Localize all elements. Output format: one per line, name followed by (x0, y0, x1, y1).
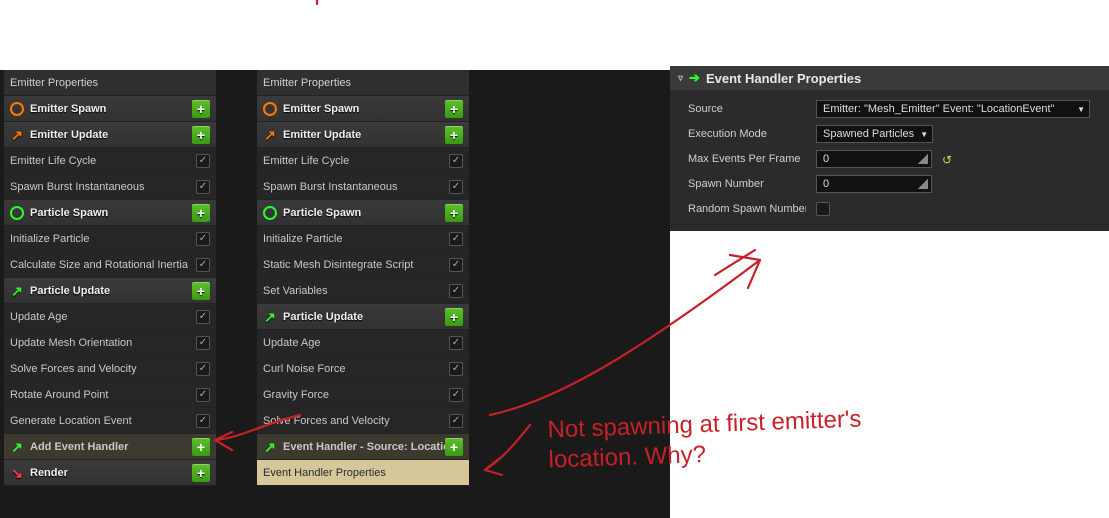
prop-label-spawn-number: Spawn Number (688, 178, 806, 190)
source-dropdown[interactable]: Emitter: "Mesh_Emitter" Event: "Location… (816, 100, 1090, 118)
checkbox[interactable]: ✓ (196, 414, 210, 428)
execution-mode-dropdown[interactable]: Spawned Particles (816, 125, 933, 143)
add-module-button[interactable]: + (445, 126, 463, 144)
arrow-icon: ↘ (10, 466, 24, 480)
section-add-event-handler[interactable]: ↗ Add Event Handler + (4, 434, 216, 460)
checkbox[interactable]: ✓ (196, 180, 210, 194)
details-panel: ▿ ➔ Event Handler Properties Source Emit… (670, 66, 1109, 231)
module-solve-forces[interactable]: Solve Forces and Velocity✓ (257, 408, 469, 434)
section-particle-update[interactable]: ↗ Particle Update + (4, 278, 216, 304)
section-emitter-update[interactable]: ↗ Emitter Update + (4, 122, 216, 148)
emitter-properties-header[interactable]: Emitter Properties (4, 70, 216, 96)
prop-label-source: Source (688, 103, 806, 115)
section-event-handler-source[interactable]: ↗ Event Handler - Source: Location + (257, 434, 469, 460)
ring-icon (10, 206, 24, 220)
ring-icon (263, 206, 277, 220)
arrow-icon: ↗ (263, 440, 277, 454)
prop-label-random-spawn: Random Spawn Number (688, 203, 806, 215)
module-emitter-life-cycle[interactable]: Emitter Life Cycle✓ (4, 148, 216, 174)
checkbox[interactable]: ✓ (449, 284, 463, 298)
section-particle-spawn[interactable]: Particle Spawn + (257, 200, 469, 226)
checkbox[interactable]: ✓ (449, 414, 463, 428)
add-module-button[interactable]: + (445, 308, 463, 326)
spawn-number-input[interactable]: 0 (816, 175, 932, 193)
emitter-properties-header[interactable]: Emitter Properties (257, 70, 469, 96)
checkbox[interactable]: ✓ (449, 180, 463, 194)
checkbox[interactable]: ✓ (196, 258, 210, 272)
arrow-icon: ↗ (263, 310, 277, 324)
arrow-icon: ↗ (10, 128, 24, 142)
section-particle-spawn[interactable]: Particle Spawn + (4, 200, 216, 226)
details-section-header[interactable]: ▿ ➔ Event Handler Properties (670, 66, 1109, 90)
module-generate-location-event[interactable]: Generate Location Event✓ (4, 408, 216, 434)
arrow-icon: ↗ (10, 284, 24, 298)
arrow-icon: ↗ (10, 440, 24, 454)
emitter-stack-1: Emitter Properties Emitter Spawn + ↗ Emi… (4, 70, 216, 486)
section-emitter-spawn[interactable]: Emitter Spawn + (257, 96, 469, 122)
checkbox[interactable]: ✓ (196, 154, 210, 168)
prop-label-exec-mode: Execution Mode (688, 128, 806, 140)
checkbox[interactable]: ✓ (449, 232, 463, 246)
checkbox[interactable]: ✓ (196, 232, 210, 246)
module-initialize-particle[interactable]: Initialize Particle✓ (4, 226, 216, 252)
emitter-stack-2: Emitter Properties Emitter Spawn + ↗ Emi… (257, 70, 469, 486)
section-render[interactable]: ↘ Render + (4, 460, 216, 486)
checkbox[interactable]: ✓ (449, 258, 463, 272)
add-module-button[interactable]: + (192, 438, 210, 456)
module-gravity-force[interactable]: Gravity Force✓ (257, 382, 469, 408)
arrow-icon: ➔ (689, 70, 700, 86)
add-module-button[interactable]: + (445, 438, 463, 456)
add-module-button[interactable]: + (192, 204, 210, 222)
max-events-input[interactable]: 0 (816, 150, 932, 168)
add-module-button[interactable]: + (445, 100, 463, 118)
add-module-button[interactable]: + (192, 282, 210, 300)
checkbox[interactable]: ✓ (449, 336, 463, 350)
module-emitter-life-cycle[interactable]: Emitter Life Cycle✓ (257, 148, 469, 174)
add-module-button[interactable]: + (192, 126, 210, 144)
checkbox[interactable]: ✓ (449, 362, 463, 376)
module-set-variables[interactable]: Set Variables✓ (257, 278, 469, 304)
module-initialize-particle[interactable]: Initialize Particle✓ (257, 226, 469, 252)
checkbox[interactable]: ✓ (196, 388, 210, 402)
reset-to-default-icon[interactable]: ↺ (942, 153, 954, 165)
checkbox[interactable]: ✓ (196, 362, 210, 376)
section-emitter-spawn[interactable]: Emitter Spawn + (4, 96, 216, 122)
module-spawn-burst[interactable]: Spawn Burst Instantaneous✓ (4, 174, 216, 200)
add-module-button[interactable]: + (192, 464, 210, 482)
module-rotate-around-point[interactable]: Rotate Around Point✓ (4, 382, 216, 408)
checkbox[interactable]: ✓ (449, 388, 463, 402)
module-spawn-burst[interactable]: Spawn Burst Instantaneous✓ (257, 174, 469, 200)
checkbox[interactable]: ✓ (449, 154, 463, 168)
ring-icon (10, 102, 24, 116)
module-curl-noise[interactable]: Curl Noise Force✓ (257, 356, 469, 382)
checkbox[interactable]: ✓ (196, 336, 210, 350)
add-module-button[interactable]: + (445, 204, 463, 222)
add-module-button[interactable]: + (192, 100, 210, 118)
module-update-age[interactable]: Update Age✓ (257, 330, 469, 356)
checkbox[interactable]: ✓ (196, 310, 210, 324)
module-update-mesh-orientation[interactable]: Update Mesh Orientation✓ (4, 330, 216, 356)
module-calc-size[interactable]: Calculate Size and Rotational Inertia✓ (4, 252, 216, 278)
prop-label-max-events: Max Events Per Frame (688, 153, 806, 165)
ring-icon (263, 102, 277, 116)
module-disintegrate[interactable]: Static Mesh Disintegrate Script✓ (257, 252, 469, 278)
module-solve-forces[interactable]: Solve Forces and Velocity✓ (4, 356, 216, 382)
arrow-icon: ↗ (263, 128, 277, 142)
section-particle-update[interactable]: ↗ Particle Update + (257, 304, 469, 330)
module-event-handler-properties[interactable]: Event Handler Properties (257, 460, 469, 486)
section-emitter-update[interactable]: ↗ Emitter Update + (257, 122, 469, 148)
module-update-age[interactable]: Update Age✓ (4, 304, 216, 330)
section-title: Event Handler Properties (706, 71, 861, 86)
chevron-down-icon: ▿ (678, 73, 683, 84)
random-spawn-checkbox[interactable] (816, 202, 830, 216)
